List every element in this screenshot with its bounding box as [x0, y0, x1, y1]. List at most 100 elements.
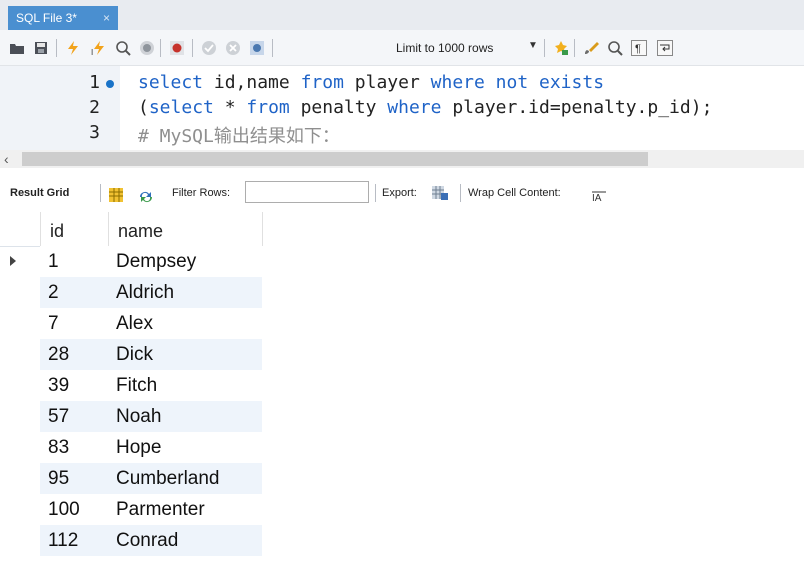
current-line-dot-icon — [106, 80, 114, 88]
table-row[interactable]: 83 Hope — [0, 432, 262, 463]
cell-id[interactable]: 95 — [48, 463, 69, 494]
open-folder-icon[interactable] — [8, 39, 26, 57]
code-token: player.id=penalty.p_id); — [441, 97, 713, 118]
beautify-icon[interactable] — [552, 39, 570, 57]
wrap-icon[interactable] — [656, 39, 674, 57]
table-row[interactable]: 95 Cumberland — [0, 463, 262, 494]
line-number: 2 — [89, 97, 100, 118]
line-number: 3 — [89, 122, 100, 143]
code-token: player — [343, 72, 431, 93]
code-line[interactable]: (select * from penalty where player.id=p… — [138, 97, 712, 118]
save-icon[interactable] — [32, 39, 50, 57]
rollback-icon[interactable] — [224, 39, 242, 57]
cell-name[interactable]: Cumberland — [116, 463, 220, 494]
code-token: # MySQL输出结果如下： — [138, 126, 340, 147]
toolbar-separator — [272, 39, 273, 57]
code-token: id,name — [203, 72, 301, 93]
autocommit-icon[interactable] — [248, 39, 266, 57]
result-grid-tab[interactable]: Result Grid — [10, 178, 69, 208]
toolbar-separator — [375, 184, 376, 202]
code-token: from — [300, 72, 344, 93]
cell-id[interactable]: 83 — [48, 432, 69, 463]
refresh-icon[interactable] — [138, 186, 154, 202]
toolbar-separator — [544, 39, 545, 57]
tab-strip: SQL File 3* × — [0, 0, 804, 30]
toolbar-separator — [100, 184, 101, 202]
cell-name[interactable]: Dempsey — [116, 246, 196, 277]
code-token: from — [246, 97, 290, 118]
wrap-cell-icon[interactable]: IA — [592, 186, 606, 204]
table-row[interactable]: 28 Dick — [0, 339, 262, 370]
cell-id[interactable]: 100 — [48, 494, 80, 525]
horizontal-scrollbar[interactable]: ‹ — [0, 150, 804, 168]
workbench-window: SQL File 3* × I Limit to 1000 rows ▼ ¶ 1… — [0, 0, 804, 562]
cell-id[interactable]: 7 — [48, 308, 59, 339]
close-icon[interactable]: × — [103, 6, 110, 30]
code-line[interactable]: select id,name from player where not exi… — [138, 72, 604, 93]
cell-name[interactable]: Aldrich — [116, 277, 174, 308]
cell-name[interactable]: Noah — [116, 401, 161, 432]
sql-editor[interactable]: 1 2 3 select id,name from player where n… — [0, 66, 804, 150]
cell-name[interactable]: Fitch — [116, 370, 157, 401]
code-token: ( — [138, 97, 149, 118]
find-icon[interactable] — [606, 39, 624, 57]
column-header-name[interactable]: name — [118, 212, 163, 246]
cell-id[interactable]: 2 — [48, 277, 59, 308]
toolbar-separator — [56, 39, 57, 57]
grid-divider — [262, 212, 263, 246]
table-row[interactable]: 2 Aldrich — [0, 277, 262, 308]
cell-id[interactable]: 57 — [48, 401, 69, 432]
tab-title: SQL File 3* — [16, 11, 77, 25]
cell-name[interactable]: Parmenter — [116, 494, 205, 525]
limit-rows-select[interactable]: Limit to 1000 rows — [396, 39, 493, 57]
filter-rows-label: Filter Rows: — [172, 187, 231, 199]
grid-divider — [108, 212, 109, 246]
svg-text:IA: IA — [592, 193, 602, 204]
wrap-cell-label: Wrap Cell Content: — [468, 187, 561, 199]
explain-icon[interactable] — [114, 39, 132, 57]
line-number: 1 — [89, 72, 100, 93]
toggle-error-icon[interactable] — [168, 39, 186, 57]
export-icon[interactable] — [431, 184, 449, 202]
table-row[interactable]: 57 Noah — [0, 401, 262, 432]
code-token: where — [387, 97, 442, 118]
table-row[interactable]: 7 Alex — [0, 308, 262, 339]
stop-icon[interactable] — [138, 39, 156, 57]
export-label: Export: — [382, 187, 417, 199]
cell-name[interactable]: Conrad — [116, 525, 178, 556]
code-token: select — [138, 72, 204, 93]
cell-name[interactable]: Alex — [116, 308, 153, 339]
chevron-down-icon[interactable]: ▼ — [528, 40, 538, 51]
line-gutter: 1 2 3 — [0, 66, 120, 150]
editor-toolbar: I Limit to 1000 rows ▼ ¶ — [0, 30, 804, 66]
execute-current-icon[interactable]: I — [90, 39, 108, 57]
code-line[interactable]: # MySQL输出结果如下： — [138, 122, 340, 148]
tab-sql-file[interactable]: SQL File 3* × — [8, 6, 118, 30]
cell-name[interactable]: Dick — [116, 339, 153, 370]
invisible-chars-icon[interactable]: ¶ — [630, 39, 648, 57]
execute-icon[interactable] — [64, 39, 82, 57]
toolbar-separator — [460, 184, 461, 202]
scroll-left-icon[interactable]: ‹ — [4, 150, 9, 168]
cell-id[interactable]: 112 — [48, 525, 78, 556]
table-row[interactable]: 39 Fitch — [0, 370, 262, 401]
grid-view-icon[interactable] — [108, 185, 124, 202]
column-header-id[interactable]: id — [50, 212, 64, 246]
result-toolbar: Result Grid Filter Rows: Export: Wrap Ce… — [0, 178, 804, 208]
table-row[interactable]: 100 Parmenter — [0, 494, 262, 525]
code-token: penalty — [289, 97, 388, 118]
cell-id[interactable]: 28 — [48, 339, 69, 370]
table-row[interactable]: 1 Dempsey — [0, 246, 262, 277]
filter-rows-input[interactable] — [245, 181, 369, 203]
cell-id[interactable]: 39 — [48, 370, 69, 401]
svg-text:¶: ¶ — [635, 43, 641, 55]
table-row[interactable]: 112 Conrad — [0, 525, 262, 556]
commit-icon[interactable] — [200, 39, 218, 57]
code-token: * — [213, 97, 247, 118]
brush-icon[interactable] — [582, 39, 600, 57]
cell-id[interactable]: 1 — [48, 246, 59, 277]
scrollbar-thumb[interactable] — [22, 152, 648, 166]
toolbar-separator — [574, 39, 575, 57]
current-row-marker-icon — [10, 256, 16, 266]
cell-name[interactable]: Hope — [116, 432, 161, 463]
